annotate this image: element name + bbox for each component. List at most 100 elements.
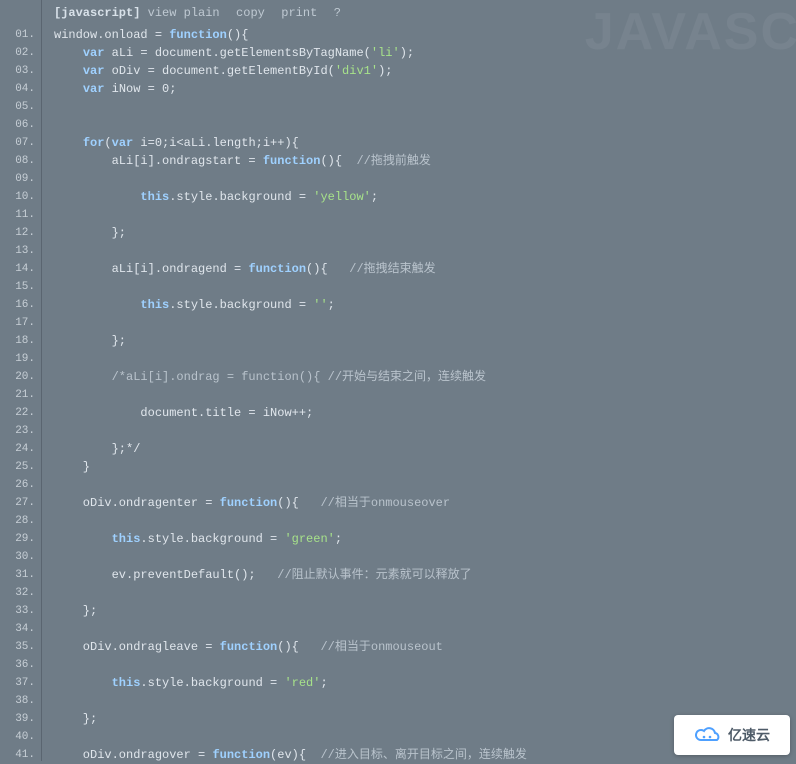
code-line [54, 170, 796, 188]
code-token: function [248, 262, 306, 276]
code-token: aLi[i].ondragstart = [54, 154, 263, 168]
code-line: }; [54, 224, 796, 242]
code-line [54, 476, 796, 494]
code-token: //相当于onmouseover [320, 496, 450, 510]
cloud-icon [694, 726, 722, 744]
print-link[interactable]: print [281, 6, 317, 20]
code-token: ; [371, 190, 378, 204]
code-token: //阻止默认事件：元素就可以释放了 [277, 568, 471, 582]
line-number: 33. [0, 602, 41, 620]
code-viewer: 01.02.03.04.05.06.07.08.09.10.11.12.13.1… [0, 0, 796, 761]
line-number: 34. [0, 620, 41, 638]
code-line: this.style.background = 'green'; [54, 530, 796, 548]
code-token: 'div1' [335, 64, 378, 78]
code-line: };*/ [54, 440, 796, 458]
code-token: }; [54, 334, 126, 348]
line-number: 39. [0, 710, 41, 728]
code-token: ; [320, 676, 327, 690]
code-line [54, 314, 796, 332]
line-number: 37. [0, 674, 41, 692]
code-line [54, 116, 796, 134]
code-line: } [54, 458, 796, 476]
code-token: var [83, 82, 105, 96]
line-number: 04. [0, 80, 41, 98]
code-token: 'yellow' [313, 190, 371, 204]
line-number: 31. [0, 566, 41, 584]
code-line [54, 422, 796, 440]
line-number: 03. [0, 62, 41, 80]
code-token: '' [313, 298, 327, 312]
line-number: 25. [0, 458, 41, 476]
code-token: ; [335, 532, 342, 546]
line-number: 27. [0, 494, 41, 512]
code-panel: JAVASC [javascript] view plain copy prin… [42, 0, 796, 761]
code-line: }; [54, 332, 796, 350]
code-token: iNow = 0; [104, 82, 176, 96]
line-number-gutter: 01.02.03.04.05.06.07.08.09.10.11.12.13.1… [0, 0, 42, 761]
code-line: this.style.background = 'yellow'; [54, 188, 796, 206]
code-token [54, 64, 83, 78]
code-token [54, 370, 112, 384]
code-line [54, 548, 796, 566]
code-line: var oDiv = document.getElementById('div1… [54, 62, 796, 80]
line-number: 20. [0, 368, 41, 386]
code-line: }; [54, 602, 796, 620]
line-number: 15. [0, 278, 41, 296]
line-number: 29. [0, 530, 41, 548]
code-line [54, 278, 796, 296]
line-number: 41. [0, 746, 41, 764]
code-token: aLi[i].ondragend = [54, 262, 248, 276]
code-token: 'green' [284, 532, 334, 546]
code-token: .style.background = [169, 298, 313, 312]
code-token: //拖拽前触发 [356, 154, 430, 168]
code-token: document.title = iNow++; [54, 406, 313, 420]
code-line [54, 98, 796, 116]
code-line: document.title = iNow++; [54, 404, 796, 422]
code-token: function [169, 28, 227, 42]
code-token: .style.background = [169, 190, 313, 204]
language-tag: [javascript] [54, 6, 140, 20]
line-number: 21. [0, 386, 41, 404]
code-token: aLi = document.getElementsByTagName( [104, 46, 370, 60]
code-token: i=0;i<aLi.length;i++){ [133, 136, 299, 150]
line-number: 14. [0, 260, 41, 278]
code-token: oDiv.ondragleave = [54, 640, 220, 654]
code-token: oDiv.ondragover = [54, 748, 212, 762]
code-token: (){ [227, 28, 249, 42]
copy-link[interactable]: copy [236, 6, 265, 20]
code-line: this.style.background = ''; [54, 296, 796, 314]
line-number: 30. [0, 548, 41, 566]
help-link[interactable]: ? [334, 6, 341, 20]
code-line [54, 620, 796, 638]
code-line: for(var i=0;i<aLi.length;i++){ [54, 134, 796, 152]
code-token: (){ [277, 640, 320, 654]
code-token: window.onload = [54, 28, 169, 42]
code-body: window.onload = function(){ var aLi = do… [42, 26, 796, 764]
line-number: 18. [0, 332, 41, 350]
line-number: 05. [0, 98, 41, 116]
code-line [54, 584, 796, 602]
code-token: ev.preventDefault(); [54, 568, 277, 582]
code-token [54, 190, 140, 204]
code-token: .style.background = [140, 532, 284, 546]
line-number: 24. [0, 440, 41, 458]
code-token: this [140, 190, 169, 204]
line-number: 38. [0, 692, 41, 710]
code-line [54, 656, 796, 674]
code-line: aLi[i].ondragend = function(){ //拖拽结束触发 [54, 260, 796, 278]
code-token: ( [104, 136, 111, 150]
code-line: /*aLi[i].ondrag = function(){ //开始与结束之间，… [54, 368, 796, 386]
brand-badge[interactable]: 亿速云 [674, 715, 790, 755]
line-number: 13. [0, 242, 41, 260]
code-token: .style.background = [140, 676, 284, 690]
code-token: //拖拽结束触发 [349, 262, 435, 276]
code-line: window.onload = function(){ [54, 26, 796, 44]
code-token: function [220, 640, 278, 654]
view-plain-link[interactable]: view plain [148, 6, 220, 20]
code-token: var [112, 136, 134, 150]
code-token: //相当于onmouseout [320, 640, 442, 654]
code-token: (){ [277, 496, 320, 510]
code-token: (){ [306, 262, 349, 276]
line-number: 09. [0, 170, 41, 188]
line-number: 12. [0, 224, 41, 242]
